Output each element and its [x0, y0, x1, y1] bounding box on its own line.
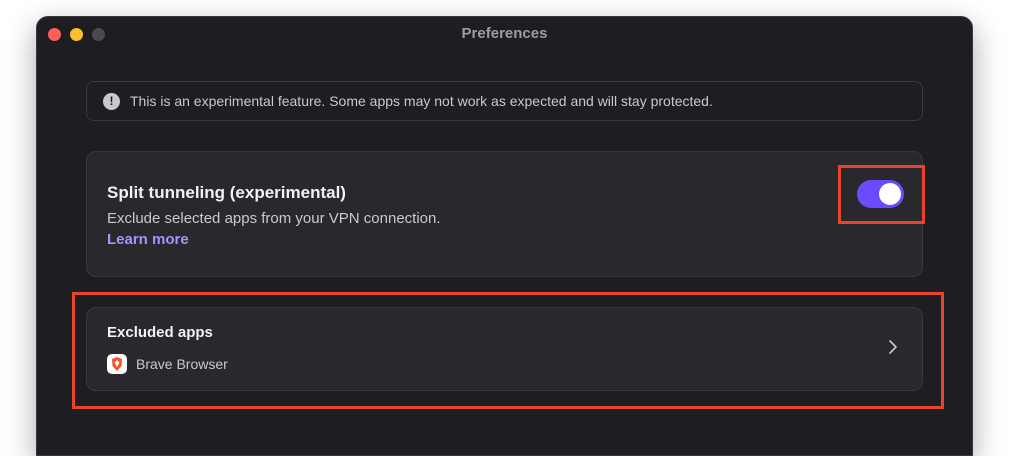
titlebar: Preferences — [37, 17, 972, 51]
experimental-warning-banner: ! This is an experimental feature. Some … — [86, 81, 923, 121]
banner-text: This is an experimental feature. Some ap… — [130, 93, 713, 109]
excluded-apps-card[interactable]: Excluded apps Brave Browser — [86, 307, 923, 391]
split-tunneling-card: Split tunneling (experimental) Exclude s… — [86, 151, 923, 277]
toggle-knob — [879, 183, 901, 205]
split-tunneling-description: Exclude selected apps from your VPN conn… — [107, 210, 441, 227]
excluded-app-name: Brave Browser — [136, 356, 228, 372]
preferences-window: Preferences ! This is an experimental fe… — [36, 16, 973, 456]
excluded-apps-title: Excluded apps — [107, 324, 213, 341]
chevron-right-icon[interactable] — [886, 338, 900, 356]
window-title: Preferences — [461, 25, 548, 42]
split-tunneling-toggle[interactable] — [857, 180, 904, 208]
brave-browser-icon — [107, 354, 127, 374]
split-tunneling-title: Split tunneling (experimental) — [107, 183, 346, 202]
excluded-app-item: Brave Browser — [107, 354, 228, 374]
exclamation-circle-icon: ! — [103, 92, 120, 110]
learn-more-link[interactable]: Learn more — [107, 231, 189, 248]
